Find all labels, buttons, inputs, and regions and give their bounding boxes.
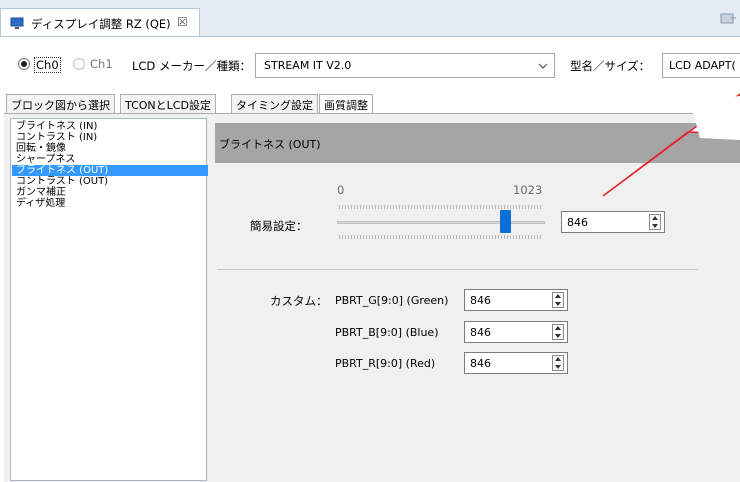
callout-annotation xyxy=(602,93,740,197)
